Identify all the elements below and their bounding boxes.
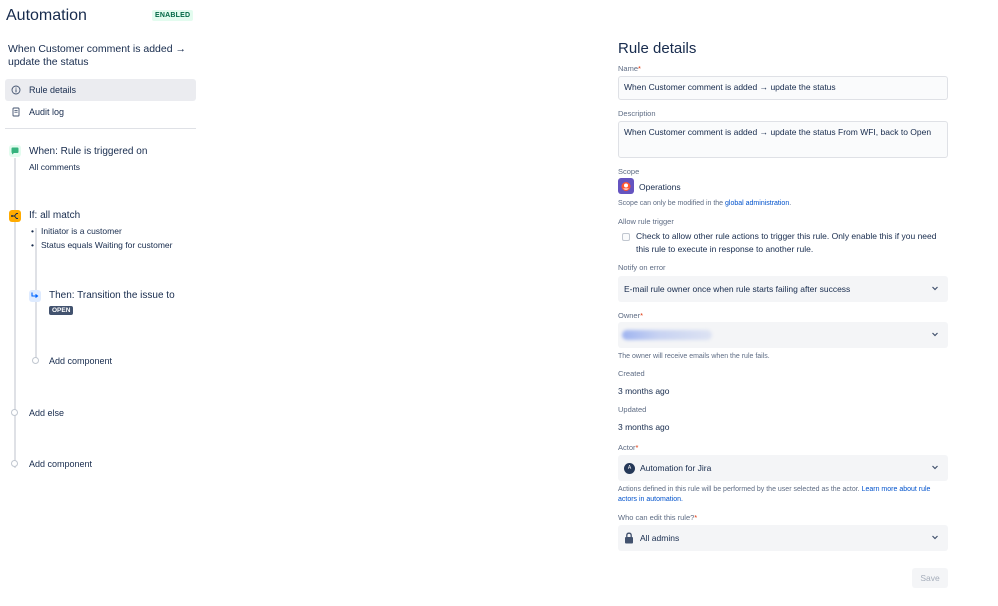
rule-flow: When: Rule is triggered on All comments … <box>0 140 200 540</box>
lock-icon <box>625 532 633 544</box>
scope-help-text: Scope can only be modified in the <box>618 200 726 207</box>
chevron-down-icon <box>932 465 938 470</box>
sidebar-nav: Rule details Audit log <box>5 79 196 123</box>
updated-label: Updated <box>618 405 647 414</box>
trigger-title[interactable]: When: Rule is triggered on <box>29 146 147 157</box>
actor-label: Actor* <box>618 443 638 452</box>
notify-selected-value: E-mail rule owner once when rule starts … <box>624 284 851 294</box>
required-mark: * <box>638 64 641 73</box>
owner-help: The owner will receive emails when the r… <box>618 353 770 360</box>
name-label-text: Name <box>618 64 639 73</box>
actor-help-text: Actions defined in this rule will be per… <box>618 486 862 493</box>
action-title[interactable]: Then: Transition the issue to <box>49 290 175 301</box>
condition-item: Initiator is a customer <box>31 226 122 236</box>
updated-value: 3 months ago <box>618 422 670 432</box>
trigger-subtitle: All comments <box>29 162 81 172</box>
add-else-button[interactable]: Add else <box>29 408 64 418</box>
actor-select[interactable]: A Automation for Jira <box>618 455 948 481</box>
flow-line <box>14 158 16 468</box>
name-label: Name* <box>618 64 641 73</box>
name-input[interactable]: When Customer comment is added → update … <box>618 76 948 100</box>
project-avatar-icon <box>618 178 634 194</box>
description-label: Description <box>618 109 656 118</box>
status-badge: ENABLED <box>152 10 194 21</box>
app-title: Automation <box>6 7 87 24</box>
editors-selected-value: All admins <box>640 533 680 543</box>
owner-label-text: Owner <box>618 311 641 320</box>
required-mark: * <box>635 443 639 452</box>
status-lozenge: OPEN <box>49 306 74 315</box>
chevron-down-icon <box>932 332 938 337</box>
document-icon <box>11 107 21 117</box>
notify-label: Notify on error <box>618 263 666 272</box>
actor-label-text: Actor <box>618 443 636 452</box>
rule-name-heading: When Customer comment is added → update … <box>8 43 186 68</box>
save-button[interactable]: Save <box>912 568 948 588</box>
notify-on-error-select[interactable]: E-mail rule owner once when rule starts … <box>618 276 948 302</box>
editors-label-text: Who can edit this rule? <box>618 513 695 522</box>
created-value: 3 months ago <box>618 386 670 396</box>
owner-value-redacted <box>622 330 712 340</box>
sidebar-item-rule-details[interactable]: Rule details <box>5 79 196 101</box>
branch-icon <box>9 210 21 222</box>
scope-help-suffix: . <box>789 200 792 207</box>
speech-bubble-icon <box>9 145 21 157</box>
scope-help: Scope can only be modified in the global… <box>618 199 791 209</box>
info-icon <box>11 85 21 95</box>
condition-item: Status equals Waiting for customer <box>31 240 172 250</box>
chevron-down-icon <box>932 535 938 540</box>
allow-trigger-label: Allow rule trigger <box>618 217 674 226</box>
actor-help: Actions defined in this rule will be per… <box>618 485 948 505</box>
chevron-down-icon <box>932 286 938 291</box>
global-administration-link[interactable]: global administration <box>725 200 789 207</box>
add-else-dot <box>11 409 18 416</box>
sidebar-item-label: Rule details <box>29 85 77 95</box>
sidebar: Automation ENABLED When Customer comment… <box>0 0 200 606</box>
add-component-dot <box>32 357 39 364</box>
allow-trigger-checkbox[interactable] <box>622 233 630 241</box>
created-label: Created <box>618 369 645 378</box>
required-mark: * <box>694 513 698 522</box>
allow-trigger-description: Check to allow other rule actions to tri… <box>636 231 937 254</box>
description-textarea[interactable]: When Customer comment is added → update … <box>618 121 948 158</box>
sidebar-item-label: Audit log <box>29 107 65 117</box>
condition-title[interactable]: If: all match <box>29 210 80 221</box>
rule-details-panel: Rule details Name* When Customer comment… <box>618 0 950 606</box>
add-component-button[interactable]: Add component <box>29 459 92 469</box>
add-component-button[interactable]: Add component <box>49 356 112 366</box>
transition-icon <box>29 290 41 302</box>
add-component-dot <box>11 460 18 467</box>
divider <box>5 128 196 129</box>
scope-label: Scope <box>618 167 640 176</box>
editors-label: Who can edit this rule?* <box>618 513 697 522</box>
owner-label: Owner* <box>618 311 643 320</box>
automation-avatar-icon: A <box>624 462 635 474</box>
editors-select[interactable]: All admins <box>618 525 948 551</box>
actor-selected-value: Automation for Jira <box>640 463 712 473</box>
required-mark: * <box>640 311 644 320</box>
page-title: Rule details <box>618 40 697 57</box>
scope-value: Operations <box>639 182 681 192</box>
sidebar-item-audit-log[interactable]: Audit log <box>5 101 196 123</box>
